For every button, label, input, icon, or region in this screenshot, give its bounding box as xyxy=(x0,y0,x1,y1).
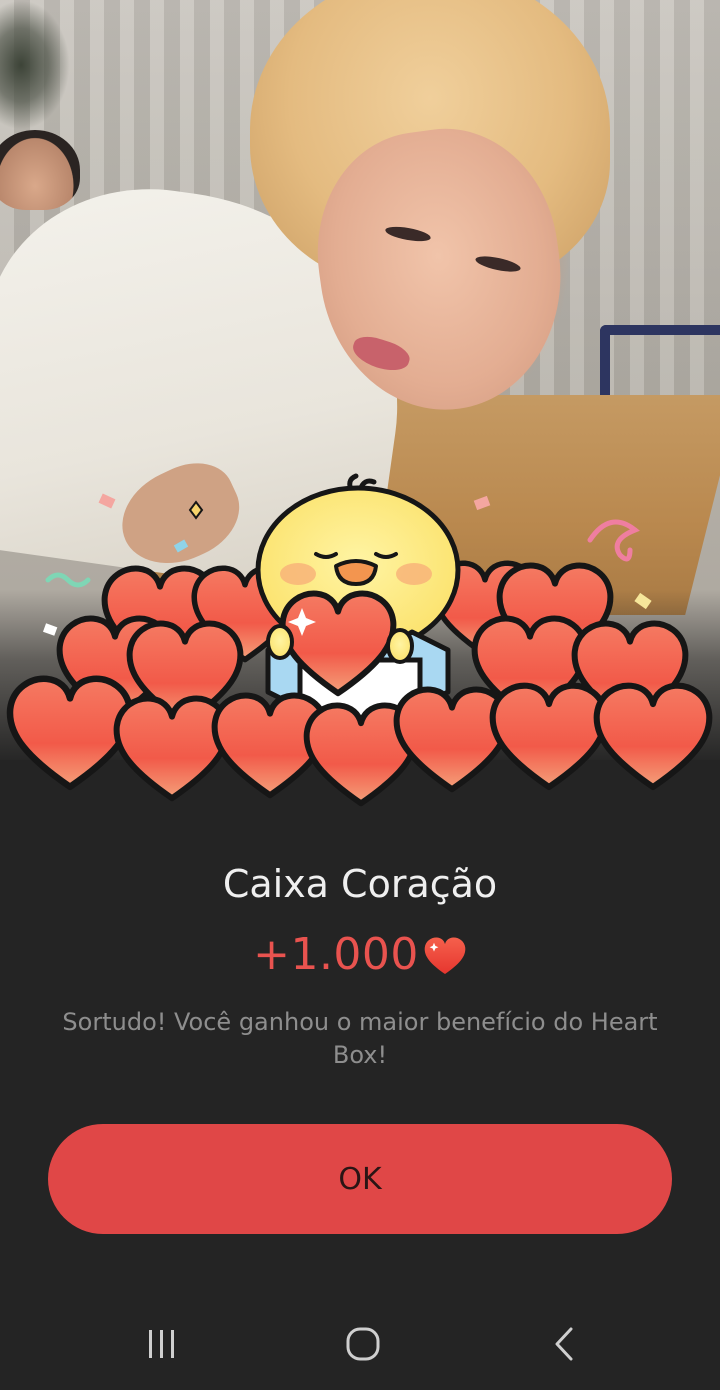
reward-row: +1.000 xyxy=(0,926,720,984)
dialog-title: Caixa Coração xyxy=(222,862,498,906)
heart-icon xyxy=(424,937,466,975)
background-person xyxy=(0,130,80,210)
reward-description: Sortudo! Você ganhou o maior benefício d… xyxy=(62,1008,658,1069)
ok-button[interactable]: OK xyxy=(48,1124,672,1234)
heart-box-illustration xyxy=(0,473,720,810)
recents-button[interactable] xyxy=(122,1316,202,1372)
heart-box-reward-screen: Caixa Coração +1.000 Sortudo! Você ganho… xyxy=(0,0,720,1390)
system-navigation-bar xyxy=(0,1296,720,1390)
home-icon xyxy=(346,1327,380,1361)
back-button[interactable] xyxy=(524,1316,604,1372)
recents-icon xyxy=(149,1330,174,1358)
ok-button-label: OK xyxy=(338,1161,382,1197)
back-icon xyxy=(555,1327,573,1361)
reward-amount: +1.000 xyxy=(253,929,419,980)
home-button[interactable] xyxy=(323,1316,403,1372)
plant-decoration xyxy=(0,0,70,130)
